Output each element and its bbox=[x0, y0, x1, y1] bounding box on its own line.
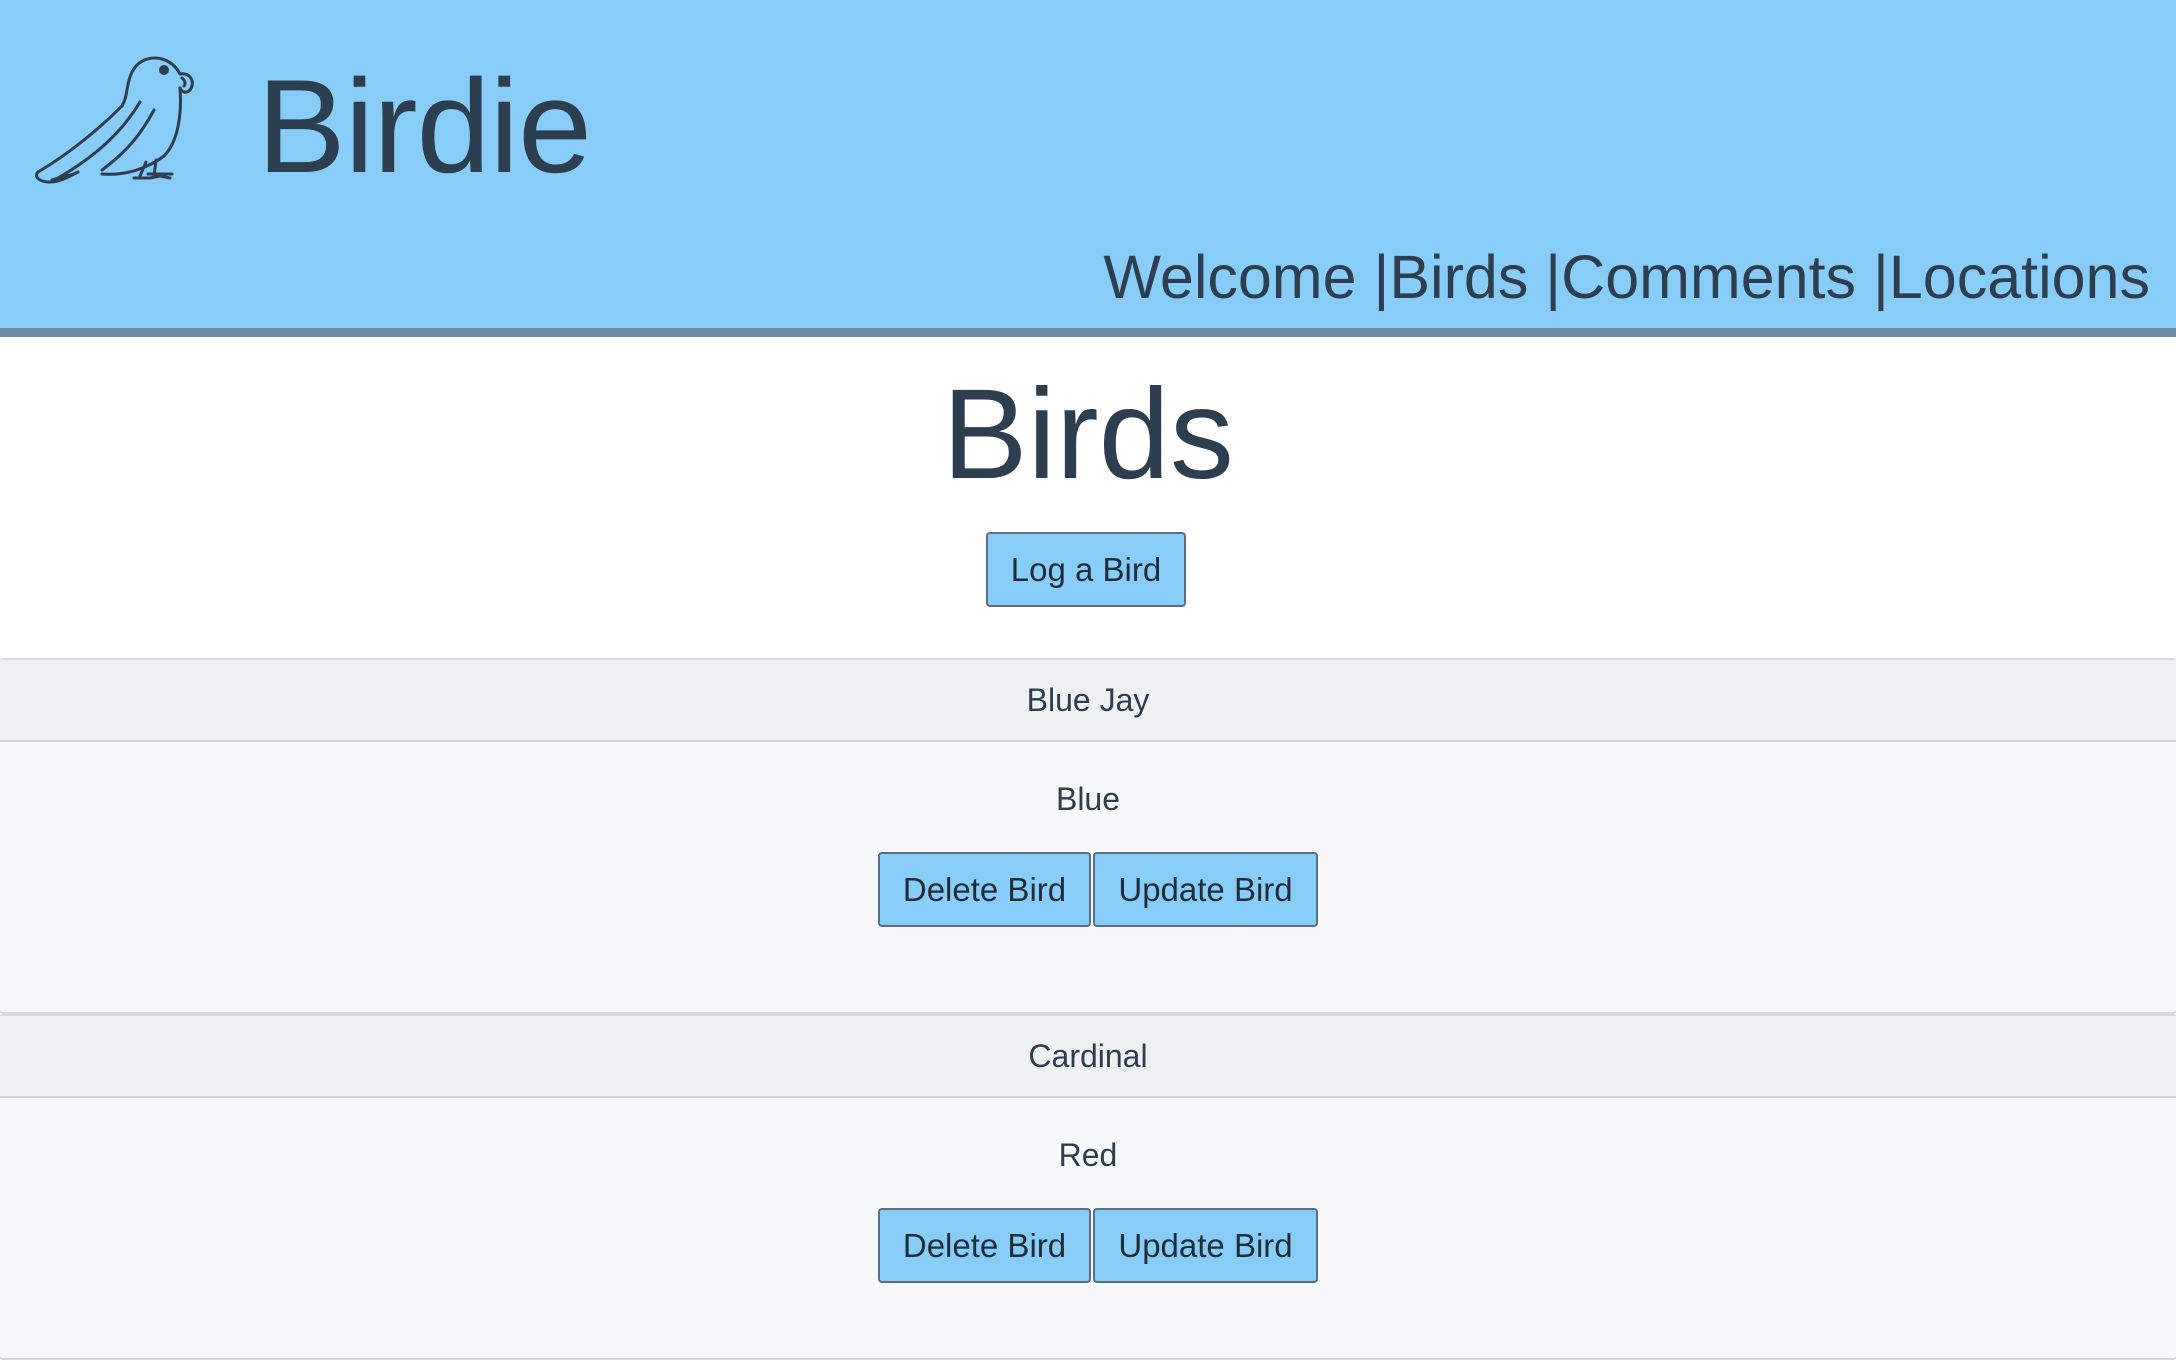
bird-name: Blue Jay bbox=[0, 660, 2176, 742]
update-bird-button[interactable]: Update Bird bbox=[1093, 852, 1318, 927]
delete-bird-button[interactable]: Delete Bird bbox=[878, 1208, 1091, 1283]
delete-bird-button[interactable]: Delete Bird bbox=[878, 852, 1091, 927]
nav-link-welcome[interactable]: Welcome bbox=[1103, 243, 1373, 311]
nav-link-comments[interactable]: Comments bbox=[1561, 243, 1873, 311]
parrot-icon[interactable] bbox=[30, 44, 220, 194]
bird-color: Red bbox=[1058, 1137, 1118, 1173]
nav-link-birds[interactable]: Birds bbox=[1389, 243, 1545, 311]
bird-card: Blue Jay Blue Delete Bird Update Bird bbox=[0, 658, 2176, 1014]
brand-title[interactable]: Birdie bbox=[257, 52, 592, 202]
bird-card: Cardinal Red Delete Bird Update Bird bbox=[0, 1014, 2176, 1360]
bird-color: Blue bbox=[1055, 781, 1121, 817]
site-header: Birdie Welcome |Birds |Comments |Locatio… bbox=[0, 0, 2176, 337]
top-nav: Welcome |Birds |Comments |Locations bbox=[1103, 240, 2150, 314]
nav-separator: | bbox=[1545, 243, 1562, 311]
update-bird-button[interactable]: Update Bird bbox=[1093, 1208, 1318, 1283]
nav-separator: | bbox=[1373, 243, 1390, 311]
page-title: Birds bbox=[942, 363, 1234, 506]
bird-name: Cardinal bbox=[0, 1016, 2176, 1098]
nav-link-locations[interactable]: Locations bbox=[1889, 243, 2150, 311]
log-bird-button[interactable]: Log a Bird bbox=[986, 532, 1186, 607]
nav-separator: | bbox=[1873, 243, 1889, 311]
